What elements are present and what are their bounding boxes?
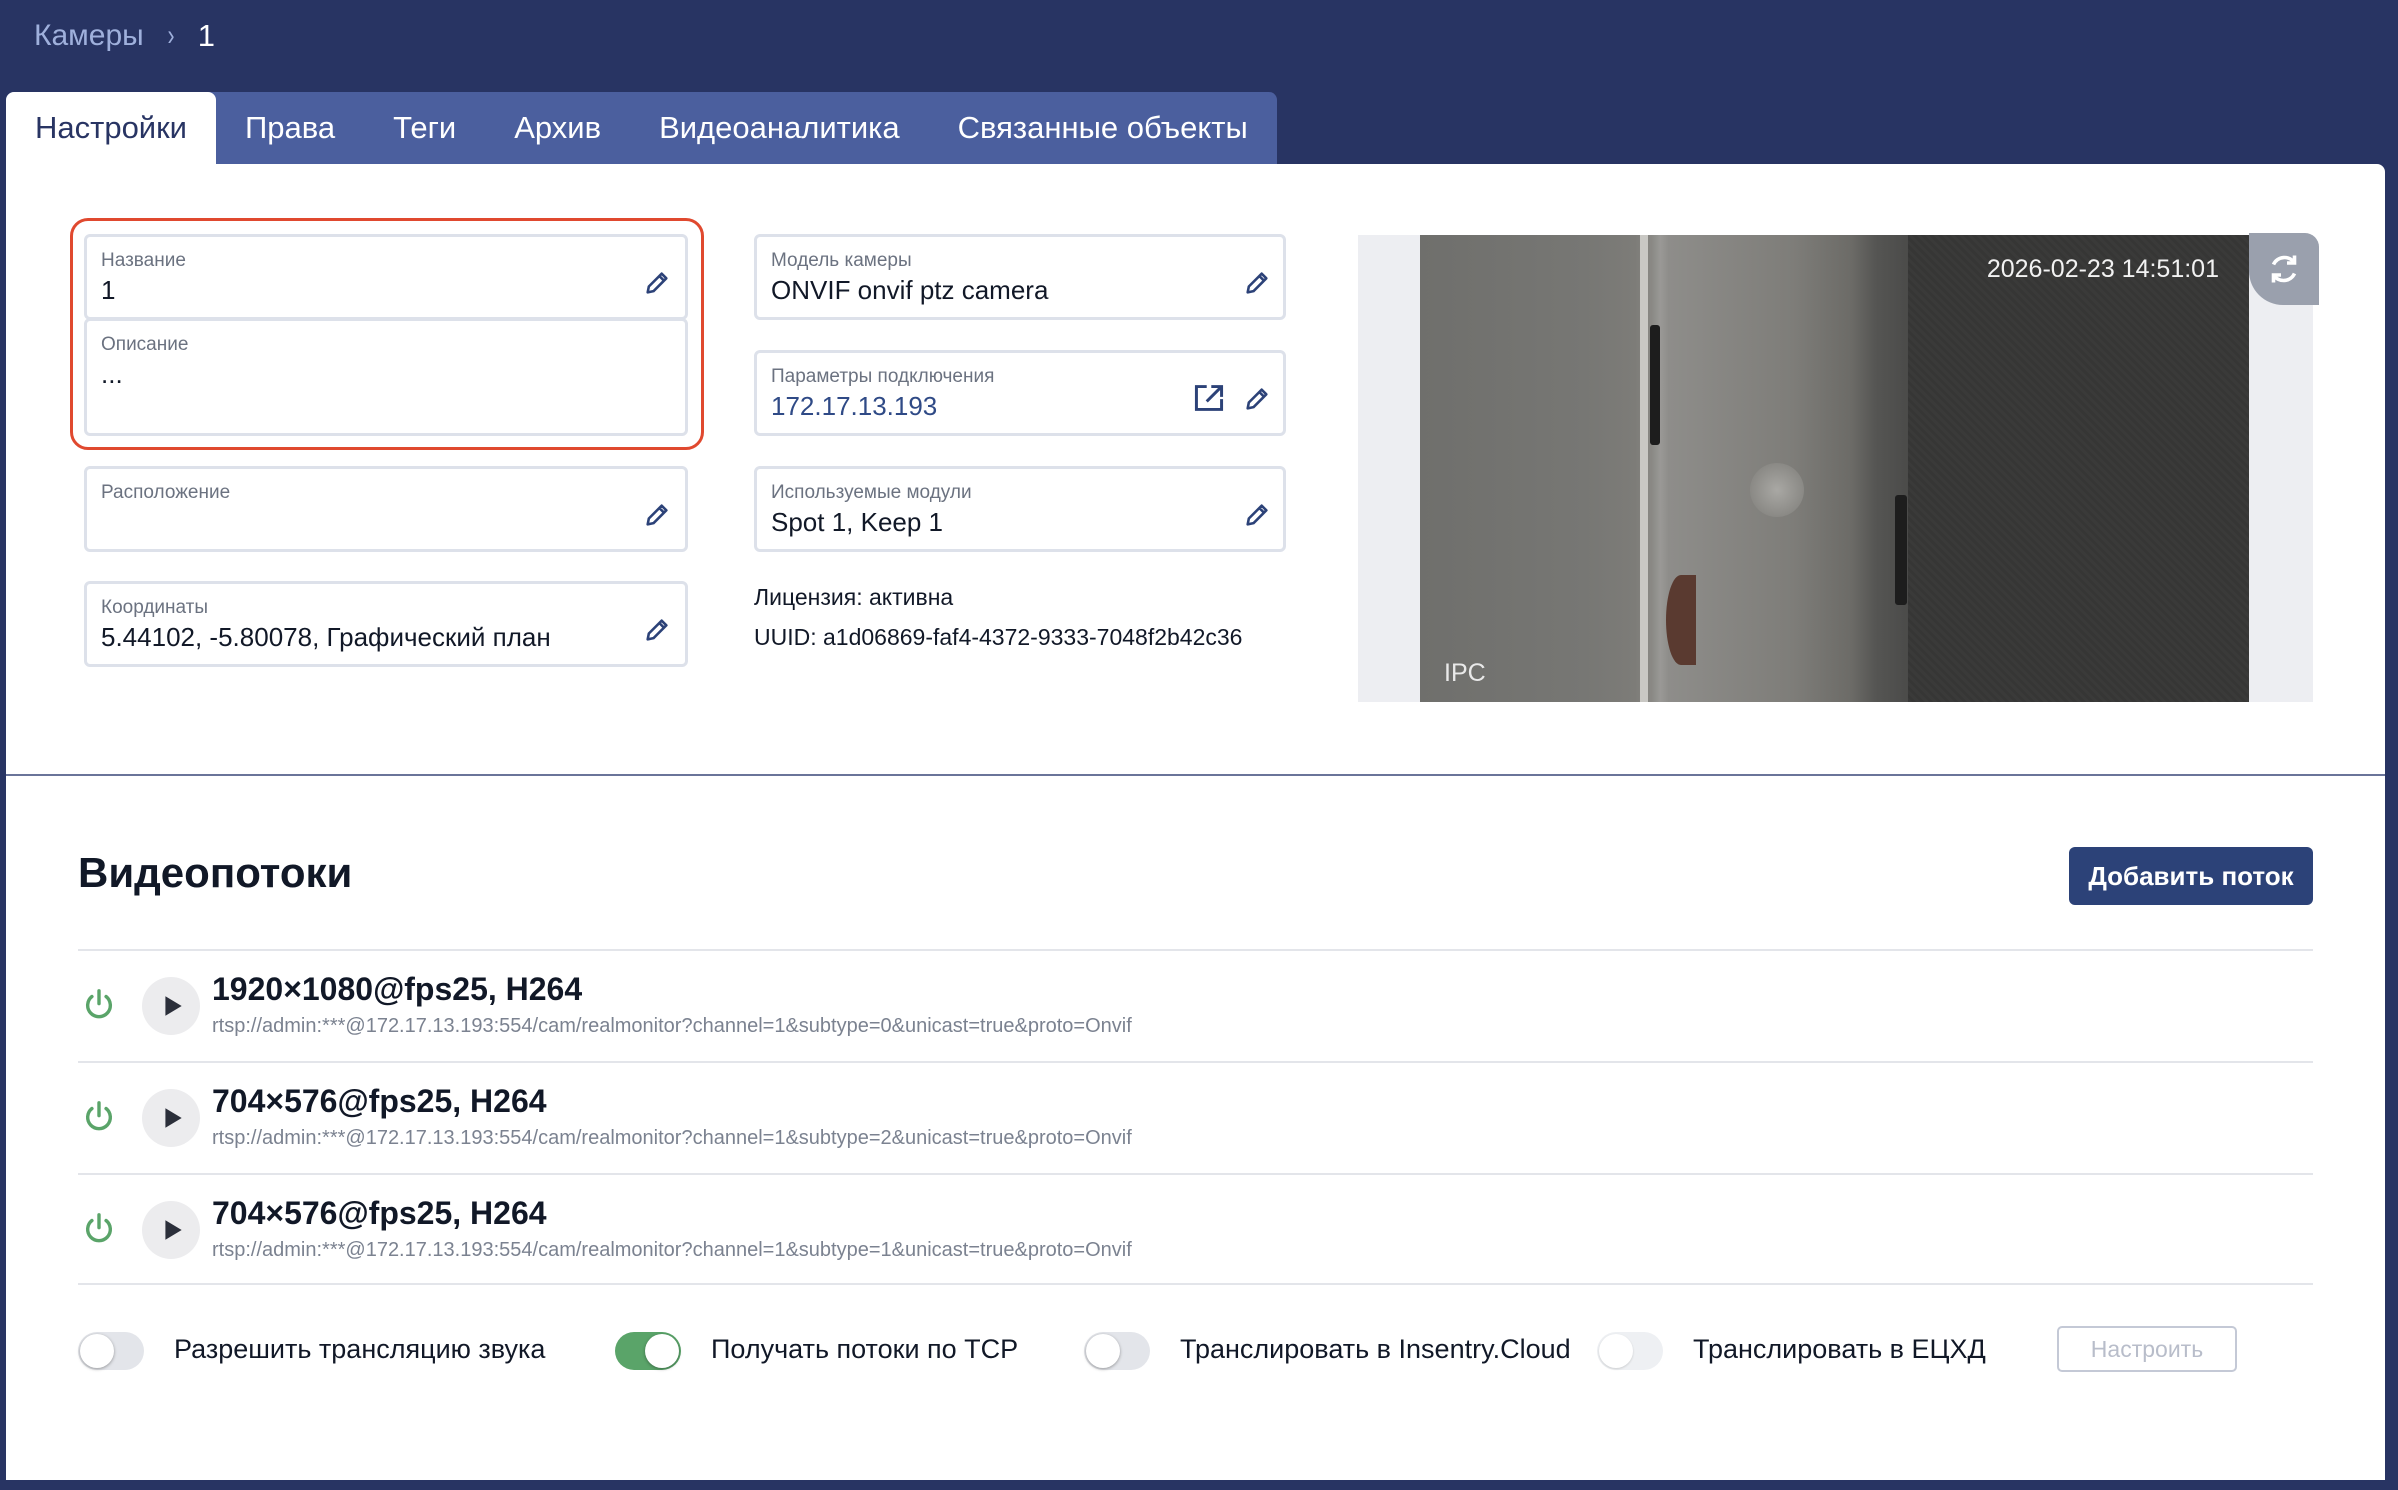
coordinates-value: 5.44102, -5.80078, Графический план: [101, 622, 551, 652]
toggle-knob: [1086, 1334, 1120, 1368]
insentry-cloud-toggle[interactable]: [1084, 1332, 1150, 1370]
description-value: ...: [101, 359, 123, 389]
modules-field[interactable]: Используемые модули Spot 1, Keep 1: [754, 466, 1286, 552]
snapshot-detail: [1666, 575, 1696, 665]
refresh-icon[interactable]: [2249, 233, 2319, 305]
snapshot-detail: [1895, 495, 1907, 605]
breadcrumb-current: 1: [197, 18, 215, 53]
add-stream-button[interactable]: Добавить поток: [2069, 847, 2313, 905]
stream-url: rtsp://admin:***@172.17.13.193:554/cam/r…: [212, 1127, 1132, 1149]
camera-model-label: Модель камеры: [771, 250, 912, 271]
connection-params-label: Параметры подключения: [771, 366, 995, 387]
snapshot-detail: [1650, 325, 1660, 445]
connection-params-field[interactable]: Параметры подключения 172.17.13.193: [754, 350, 1286, 436]
insentry-cloud-label: Транслировать в Insentry.Cloud: [1180, 1334, 1571, 1364]
play-icon[interactable]: [142, 977, 200, 1035]
pencil-icon[interactable]: [643, 501, 671, 529]
snapshot-timestamp: 2026-02-23 14:51:01: [1986, 255, 2219, 283]
name-label: Название: [101, 250, 186, 271]
tab-bar: Настройки Права Теги Архив Видеоаналитик…: [6, 92, 1277, 164]
audio-broadcast-label: Разрешить трансляцию звука: [174, 1334, 546, 1364]
toggle-knob: [1599, 1334, 1633, 1368]
coordinates-label: Координаты: [101, 597, 209, 618]
snapshot-detail: [1908, 235, 2249, 702]
play-icon[interactable]: [142, 1089, 200, 1147]
stream-url: rtsp://admin:***@172.17.13.193:554/cam/r…: [212, 1015, 1132, 1037]
stream-row: 704×576@fps25, H264 rtsp://admin:***@172…: [78, 1063, 2313, 1173]
modules-value: Spot 1, Keep 1: [771, 507, 944, 537]
location-label: Расположение: [101, 482, 231, 503]
toggle-knob: [645, 1334, 679, 1368]
ecxd-toggle[interactable]: [1597, 1332, 1663, 1370]
camera-preview: 2026-02-23 14:51:01 IPC: [1358, 233, 2319, 702]
pencil-icon[interactable]: [1243, 385, 1271, 413]
camera-model-value: ONVIF onvif ptz camera: [771, 275, 1049, 305]
toggle-knob: [80, 1334, 114, 1368]
tcp-streams-label: Получать потоки по TCP: [711, 1334, 1019, 1364]
location-field[interactable]: Расположение: [84, 466, 688, 552]
breadcrumb: Камеры › 1: [34, 14, 215, 58]
power-icon[interactable]: [82, 1099, 116, 1135]
pencil-icon[interactable]: [643, 616, 671, 644]
license-status: Лицензия: активна: [754, 584, 954, 610]
pencil-icon[interactable]: [643, 269, 671, 297]
ecxd-label: Транслировать в ЕЦХД: [1693, 1334, 1986, 1364]
name-value: 1: [101, 275, 116, 305]
settings-panel: Название 1 Описание ... Расположение Коо…: [6, 164, 2385, 1480]
video-streams-title: Видеопотоки: [78, 849, 353, 896]
play-icon[interactable]: [142, 1201, 200, 1259]
snapshot-detail: [1640, 235, 1648, 702]
chevron-right-icon: ›: [167, 19, 175, 52]
external-link-icon[interactable]: [1193, 383, 1225, 413]
coordinates-field[interactable]: Координаты 5.44102, -5.80078, Графически…: [84, 581, 688, 667]
tab-video-analytics[interactable]: Видеоаналитика: [630, 92, 929, 164]
stream-title: 704×576@fps25, H264: [212, 1195, 547, 1231]
tab-linked-objects[interactable]: Связанные объекты: [929, 92, 1277, 164]
stream-row: 704×576@fps25, H264 rtsp://admin:***@172…: [78, 1175, 2313, 1285]
tab-permissions[interactable]: Права: [216, 92, 364, 164]
snapshot-detail: [1750, 463, 1804, 517]
pencil-icon[interactable]: [1243, 501, 1271, 529]
breadcrumb-cameras-link[interactable]: Камеры: [34, 19, 144, 53]
description-field[interactable]: Описание ...: [84, 318, 688, 436]
description-label: Описание: [101, 334, 189, 355]
pencil-icon[interactable]: [1243, 269, 1271, 297]
stream-title: 1920×1080@fps25, H264: [212, 971, 583, 1007]
stream-title: 704×576@fps25, H264: [212, 1083, 547, 1119]
connection-address-link[interactable]: 172.17.13.193: [771, 391, 937, 422]
tcp-streams-toggle[interactable]: [615, 1332, 681, 1370]
tab-tags[interactable]: Теги: [364, 92, 485, 164]
section-divider: [6, 774, 2385, 776]
modules-label: Используемые модули: [771, 482, 972, 503]
camera-model-field[interactable]: Модель камеры ONVIF onvif ptz camera: [754, 234, 1286, 320]
power-icon[interactable]: [82, 1211, 116, 1247]
configure-button[interactable]: Настроить: [2057, 1326, 2237, 1372]
uuid-text: UUID: a1d06869-faf4-4372-9333-7048f2b42c…: [754, 624, 1243, 650]
snapshot-camera-label: IPC: [1444, 659, 1486, 687]
power-icon[interactable]: [82, 987, 116, 1023]
tab-archive[interactable]: Архив: [485, 92, 630, 164]
stream-url: rtsp://admin:***@172.17.13.193:554/cam/r…: [212, 1239, 1132, 1261]
row-divider: [78, 1283, 2313, 1285]
name-field[interactable]: Название 1: [84, 234, 688, 320]
stream-options: Разрешить трансляцию звука Получать пото…: [78, 1326, 2318, 1376]
tab-settings[interactable]: Настройки: [6, 92, 217, 164]
audio-broadcast-toggle[interactable]: [78, 1332, 144, 1370]
camera-snapshot[interactable]: 2026-02-23 14:51:01 IPC: [1420, 235, 2249, 702]
stream-row: 1920×1080@fps25, H264 rtsp://admin:***@1…: [78, 951, 2313, 1061]
